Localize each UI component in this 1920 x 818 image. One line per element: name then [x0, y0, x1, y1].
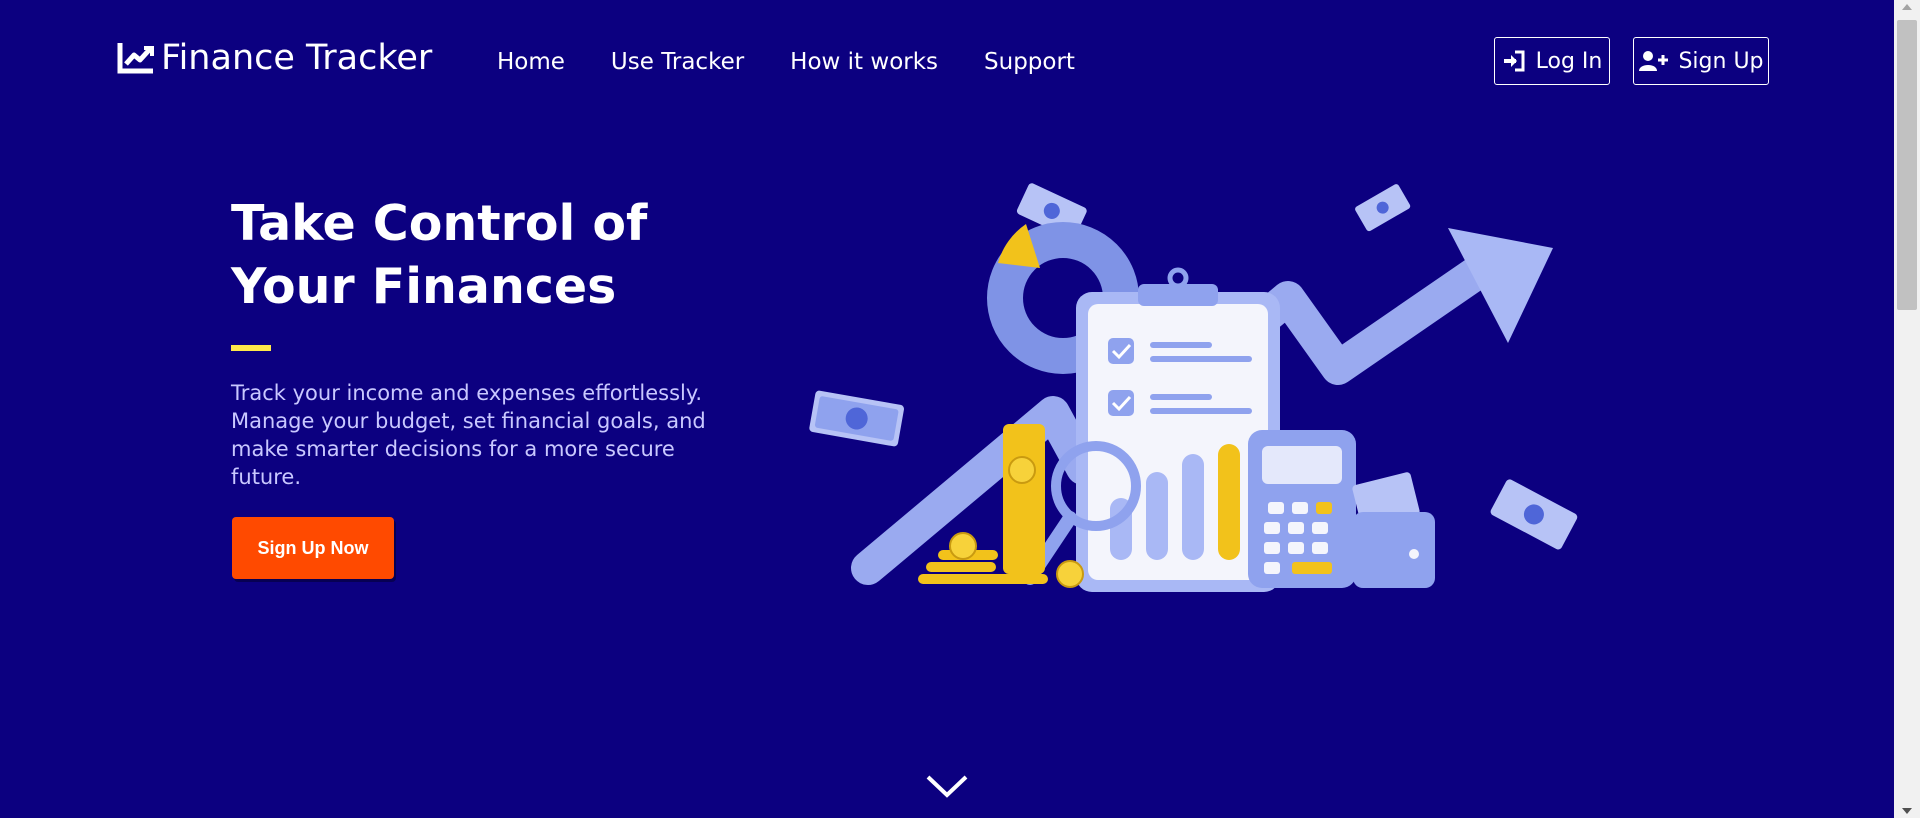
user-plus-icon	[1639, 51, 1669, 71]
nav-link-support[interactable]: Support	[984, 49, 1075, 75]
nav-link-use-tracker[interactable]: Use Tracker	[611, 49, 744, 75]
landing-page: Finance Tracker Home Use Tracker How it …	[0, 0, 1894, 818]
title-accent-bar	[231, 345, 271, 351]
scroll-down-arrow-icon[interactable]	[1902, 808, 1912, 814]
hero-description: Track your income and expenses effortles…	[231, 381, 706, 489]
calculator	[1248, 430, 1356, 588]
vertical-scrollbar[interactable]	[1894, 0, 1920, 818]
login-button[interactable]: Log In	[1494, 37, 1610, 85]
finance-illustration	[809, 183, 1578, 592]
flying-bill-right	[1490, 479, 1578, 550]
chevron-down-icon[interactable]	[925, 773, 969, 799]
login-label: Log In	[1535, 48, 1603, 74]
sign-up-now-button[interactable]: Sign Up Now	[232, 517, 394, 579]
hero-title-line-2: Your Finances	[231, 258, 617, 315]
brand-logo[interactable]: Finance Tracker	[117, 38, 432, 78]
chart-line-icon	[117, 43, 154, 74]
brand-name: Finance Tracker	[161, 38, 433, 78]
hero-title: Take Control of Your Finances	[231, 192, 647, 318]
hero-title-line-1: Take Control of	[231, 195, 648, 252]
wallet	[1352, 472, 1435, 588]
scrollbar-thumb[interactable]	[1897, 20, 1917, 310]
signup-label: Sign Up	[1678, 48, 1764, 74]
sign-in-icon	[1503, 50, 1525, 72]
nav-link-how-it-works[interactable]: How it works	[790, 49, 938, 75]
scroll-up-arrow-icon[interactable]	[1902, 4, 1912, 10]
flying-bill-left	[809, 390, 904, 447]
nav-link-home[interactable]: Home	[497, 49, 565, 75]
main-nav: Home Use Tracker How it works Support	[497, 49, 1121, 75]
flying-bill-top-right	[1355, 184, 1411, 232]
signup-button[interactable]: Sign Up	[1633, 37, 1769, 85]
